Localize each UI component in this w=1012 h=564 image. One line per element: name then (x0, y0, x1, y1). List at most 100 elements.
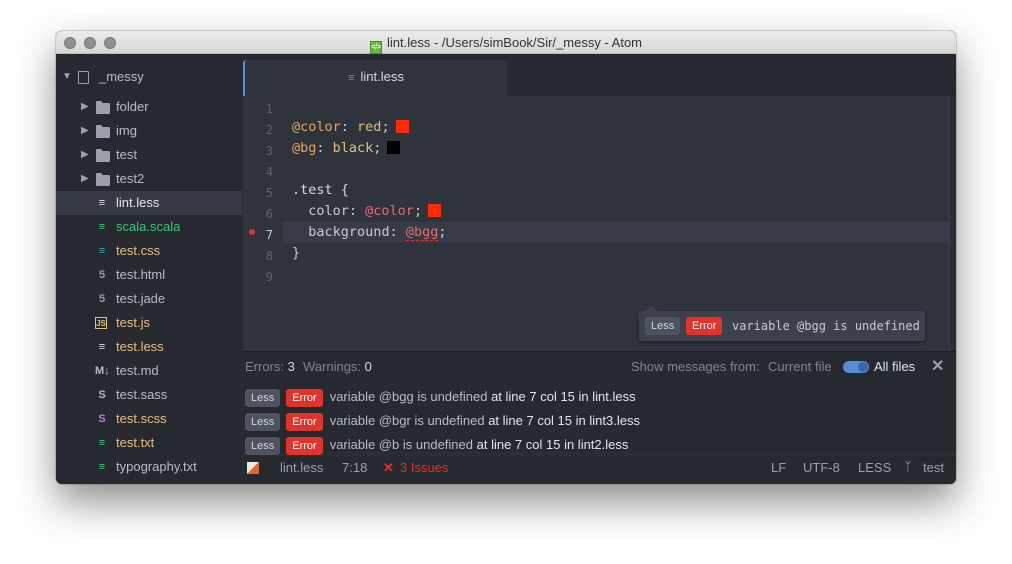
txt-file-icon: ≡ (98, 461, 106, 473)
tree-item-test2[interactable]: ▶ test2 (56, 167, 242, 191)
status-grammar[interactable]: LESS (858, 456, 891, 480)
tree-item-test-jade[interactable]: 5 test.jade (56, 287, 242, 311)
code-line-3: @bg: black; (292, 138, 401, 159)
tree-item-label: test.less (116, 339, 164, 354)
code-line-2: @color: red; (292, 117, 409, 138)
option-all-files[interactable]: All files (874, 352, 915, 382)
status-issues[interactable]: 3 Issues (400, 456, 448, 480)
tree-item-label: test.js (116, 315, 150, 330)
scss-file-icon: S (98, 413, 106, 425)
window-title-text: lint.less - /Users/simBook/Sir/_messy - … (387, 35, 642, 50)
folder-icon (96, 173, 110, 186)
message-severity-badge: Error (286, 389, 323, 407)
jade-file-icon: 5 (98, 293, 106, 305)
status-file[interactable]: lint.less (280, 456, 323, 480)
less-icon: ≡ (348, 72, 355, 84)
tree-item-label: test (116, 147, 137, 162)
linter-message-row[interactable]: Less Error variable @b is undefined at lin… (245, 433, 628, 457)
tree-root-label: _messy (99, 69, 144, 84)
linter-message-row[interactable]: Less Error variable @bgg is undefined at l… (245, 385, 636, 409)
chevron-down-icon: ▼ (62, 71, 72, 82)
tree-item-typography-txt[interactable]: ≡ typography.txt (56, 455, 242, 479)
window-title: </> lint.less - /Users/simBook/Sir/_messy… (56, 31, 956, 54)
tab-lint-less[interactable]: ≡ lint.less (243, 60, 507, 96)
line-number: 8 (265, 249, 273, 263)
message-lang-badge: Less (245, 389, 281, 407)
line-number: 6 (265, 207, 273, 221)
tab-bar: ≡ lint.less (243, 54, 956, 96)
tree-item-test-sass[interactable]: Stest.sass (56, 383, 242, 407)
tree-item-label: img (116, 123, 137, 138)
scope-toggle[interactable] (843, 361, 869, 373)
chevron-right-icon: ▶ (81, 101, 89, 112)
tree-item-label: test.html (116, 267, 166, 282)
chevron-right-icon: ▶ (81, 125, 89, 136)
status-cursor-position[interactable]: 7:18 (342, 456, 367, 480)
tree-item-test-less[interactable]: ≡ test.less (56, 335, 242, 359)
tree-item-label: typography.txt (116, 459, 197, 474)
close-icon[interactable]: ✕ (931, 352, 944, 382)
errors-count: Errors: 3 (245, 359, 295, 374)
message-location-link[interactable]: at line 7 col 15 in lint2.less (477, 437, 629, 452)
line-number: 2 (265, 123, 273, 137)
tree-item-test-html[interactable]: 5 test.html (56, 263, 242, 287)
tree-item-test-txt[interactable]: ≡ test.txt (56, 431, 242, 455)
line-number: 1 (265, 102, 273, 116)
tree-item-test-scss[interactable]: Stest.scss (56, 407, 242, 431)
tree-item-scala-scala[interactable]: ≡ scala.scala (56, 215, 242, 239)
line-number: 4 (265, 165, 273, 179)
warnings-count: Warnings: 0 (303, 359, 372, 374)
folder-icon (96, 149, 110, 162)
js-file-icon: JS (95, 317, 107, 329)
tree-item-test-md[interactable]: M↓ test.md (56, 359, 242, 383)
tooltip-severity-badge: Error (686, 317, 723, 335)
code-line-7: background: @bgg; (292, 224, 447, 241)
linter-panel: Errors: 3 Warnings: 0 Show messages from… (243, 351, 956, 455)
txt-file-icon: ≡ (98, 437, 106, 449)
color-swatch-red (395, 120, 409, 133)
line-number: 3 (265, 144, 273, 158)
status-encoding[interactable]: UTF-8 (803, 456, 840, 480)
tooltip-message: variable @bgg is undefined (732, 319, 920, 333)
status-branch[interactable]: test (923, 456, 944, 480)
scala-file-icon: ≡ (98, 221, 106, 233)
tab-label: lint.less (360, 69, 404, 84)
lint-error-token: @bgg (405, 224, 439, 241)
tooltip-lang-badge: Less (645, 317, 681, 335)
message-text: variable @bgg is undefined (329, 389, 488, 404)
html-file-icon: 5 (98, 269, 106, 281)
message-lang-badge: Less (245, 437, 281, 455)
tree-item-label: test.txt (116, 435, 155, 450)
color-swatch-red (428, 204, 442, 217)
option-current-file[interactable]: Current file (768, 352, 832, 382)
message-severity-badge: Error (286, 413, 323, 431)
tree-item-img[interactable]: ▶ img (56, 119, 242, 143)
tree-item-label: test.jade (116, 291, 166, 306)
tree-item-folder[interactable]: ▶ folder (56, 95, 242, 119)
linter-panel-header: Errors: 3 Warnings: 0 Show messages from… (243, 352, 956, 382)
atom-window: </> lint.less - /Users/simBook/Sir/_messy… (56, 31, 956, 484)
message-location-link[interactable]: at line 7 col 15 in lint3.less (488, 413, 640, 428)
code-line-5: .test { (292, 182, 349, 198)
code-editor[interactable]: 1 2 3 4 5 6 7 8 9 @color: red; @bg: black; .test… (243, 96, 950, 351)
tree-item-test-css[interactable]: ≡ test.css (56, 239, 242, 263)
tree-root[interactable]: ▼ _messy (56, 65, 242, 89)
folder-icon (96, 125, 110, 138)
status-line-ending[interactable]: LF (771, 456, 786, 480)
show-messages-label: Show messages from: (631, 359, 760, 374)
chevron-right-icon: ▶ (81, 173, 89, 184)
tree-item-test[interactable]: ▶ test (56, 143, 242, 167)
tree-item-test-js[interactable]: JS test.js (56, 311, 242, 335)
git-branch-icon: ᛉ (904, 460, 912, 475)
code-line-6: color: @color; (292, 201, 442, 222)
css-file-icon: ≡ (98, 245, 106, 257)
folder-icon (96, 101, 110, 114)
tree-item-label: test.scss (116, 411, 167, 426)
message-text: variable @b is undefined (329, 437, 473, 452)
message-lang-badge: Less (245, 413, 281, 431)
message-location-link[interactable]: at line 7 col 15 in lint.less (491, 389, 636, 404)
less-file-icon: </> (370, 41, 382, 54)
tree-item-label: test.sass (116, 387, 168, 402)
tree-item-lint-less[interactable]: ≡ lint.less (56, 191, 242, 215)
linter-message-row[interactable]: Less Error variable @bgr is undefined at l… (245, 409, 640, 433)
